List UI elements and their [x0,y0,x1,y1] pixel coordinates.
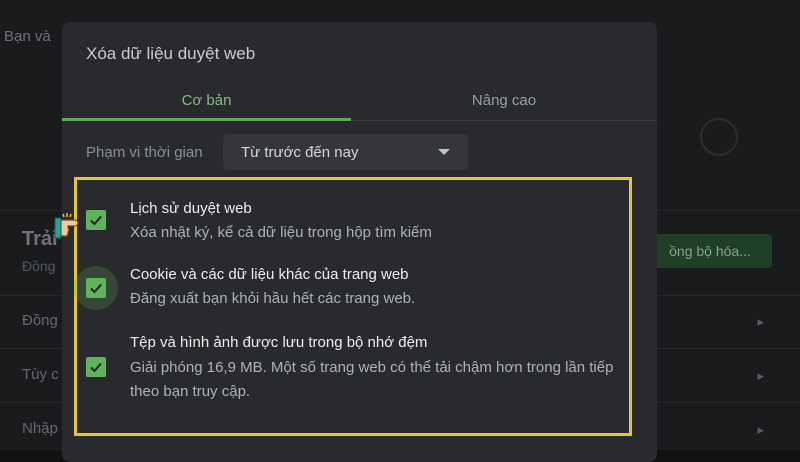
browsing-history-checkbox[interactable] [86,210,106,230]
time-range-select[interactable]: Từ trước đến nay [223,134,468,170]
dialog-title: Xóa dữ liệu duyệt web [86,44,256,63]
settings-row-sync[interactable]: Đồng [22,312,58,329]
settings-row-customize[interactable]: Tùy c [22,366,59,383]
cookies-title: Cookie và các dữ liệu khác của trang web [130,266,409,283]
active-tab-indicator [62,118,351,121]
section-title: Trải [22,228,58,250]
tab-basic[interactable]: Cơ bản [62,80,351,120]
dropdown-arrow-icon [438,149,450,155]
pointing-hand-icon [54,213,79,239]
chevron-right-icon: ▸ [757,422,764,437]
chevron-right-icon: ▸ [757,368,764,383]
cached-files-title: Tệp và hình ảnh được lưu trong bộ nhớ đệ… [130,334,428,351]
tab-bar: Cơ bản Nâng cao [62,80,657,121]
browsing-history-description: Xóa nhật ký, kể cả dữ liệu trong hộp tìm… [130,224,432,241]
time-range-label: Phạm vi thời gian [86,144,203,161]
cached-files-checkbox[interactable] [86,357,106,377]
page-heading: Bạn và [4,28,51,45]
sync-button-label: ồng bộ hóa... [669,243,751,259]
cookies-description: Đăng xuất bạn khỏi hầu hết các trang web… [130,290,416,307]
chevron-right-icon: ▸ [757,314,764,329]
checkmark-icon [90,215,102,226]
checkmark-icon [90,283,102,294]
browsing-history-title: Lịch sử duyệt web [130,200,252,217]
cached-files-description: Giải phóng 16,9 MB. Một số trang web có … [130,359,614,400]
tab-advanced[interactable]: Nâng cao [351,80,657,120]
time-range-value: Từ trước đến nay [241,143,359,161]
section-subtitle: Đồng [22,258,56,274]
cookies-checkbox[interactable] [86,278,106,298]
checkmark-icon [90,362,102,373]
settings-row-import[interactable]: Nhập [22,420,58,437]
avatar [700,118,738,156]
sync-button[interactable]: ồng bộ hóa... [640,234,772,268]
